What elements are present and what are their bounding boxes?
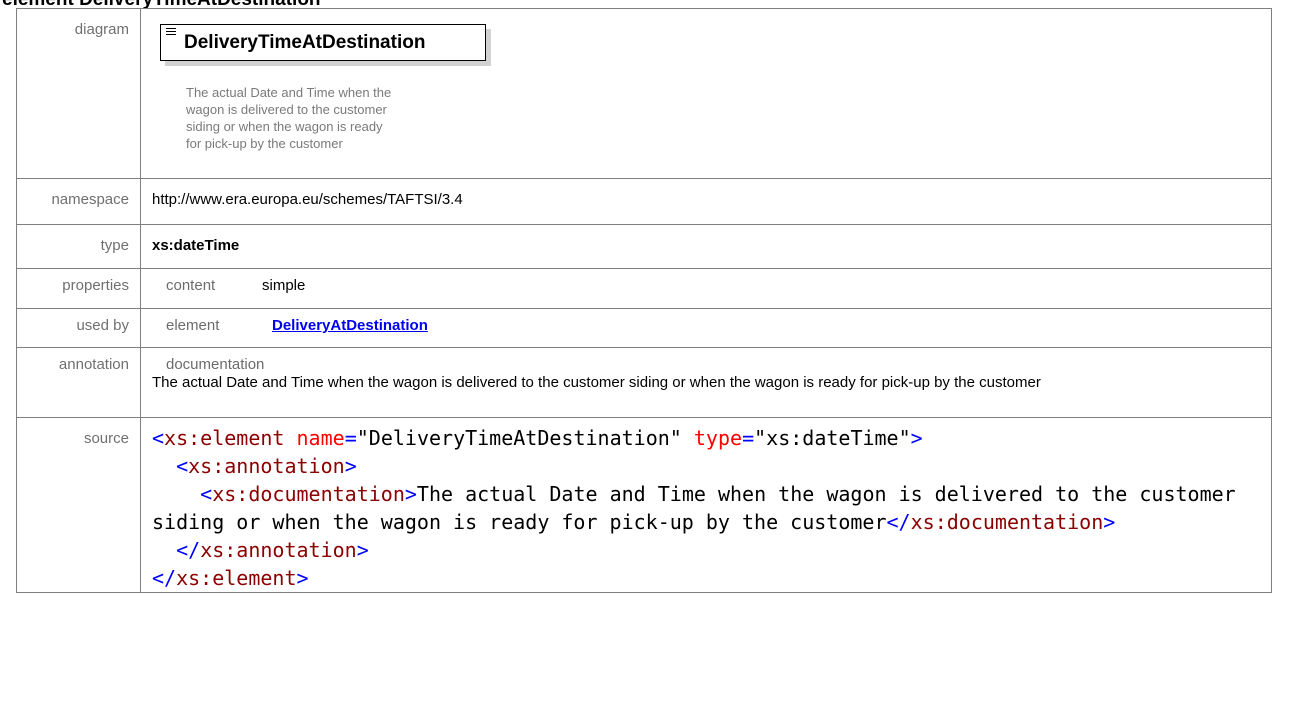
row-used-by: used by element DeliveryAtDestination [16,308,1272,348]
row-namespace: namespace http://www.era.europa.eu/schem… [16,178,1272,225]
diagram-documentation: The actual Date and Time when the wagon … [186,84,486,152]
namespace-value: http://www.era.europa.eu/schemes/TAFTSI/… [140,178,1272,225]
annotation-documentation-text: The actual Date and Time when the wagon … [152,374,1041,391]
properties-value: simple [262,277,306,294]
annotation-documentation-heading: documentation [166,356,265,373]
diagram-element-name: DeliveryTimeAtDestination [184,32,426,53]
row-properties: properties content simple [16,268,1272,309]
source-code: <xs:element name="DeliveryTimeAtDestinat… [152,426,1248,590]
type-value: xs:dateTime [140,224,1272,269]
row-annotation: annotation documentation The actual Date… [16,347,1272,418]
properties-cell: content simple [140,268,1272,309]
label-type: type [16,224,141,269]
used-by-link[interactable]: DeliveryAtDestination [272,317,428,334]
used-by-key: element [166,317,220,334]
label-diagram: diagram [16,8,141,179]
label-properties: properties [16,268,141,309]
diagram-doc-line: siding or when the wagon is ready [186,119,383,134]
diagram-doc-line: wagon is delivered to the customer [186,102,387,117]
label-used-by: used by [16,308,141,348]
row-source: source <xs:element name="DeliveryTimeAtD… [16,417,1272,593]
annotation-lines-icon [166,28,176,37]
page-heading: element DeliveryTimeAtDestination [2,0,321,8]
diagram-doc-line: The actual Date and Time when the [186,85,392,100]
source-cell: <xs:element name="DeliveryTimeAtDestinat… [140,417,1272,593]
label-annotation: annotation [16,347,141,418]
diagram-doc-line: for pick-up by the customer [186,136,343,151]
page-heading-strip: element DeliveryTimeAtDestination [0,0,1289,8]
label-source: source [16,417,141,593]
annotation-cell: documentation The actual Date and Time w… [140,347,1272,418]
properties-key: content [166,277,216,294]
diagram-element-box[interactable]: DeliveryTimeAtDestination [160,24,491,66]
row-type: type xs:dateTime [16,224,1272,269]
label-namespace: namespace [16,178,141,225]
diagram-element-frame: DeliveryTimeAtDestination [160,24,486,61]
used-by-cell: element DeliveryAtDestination [140,308,1272,348]
